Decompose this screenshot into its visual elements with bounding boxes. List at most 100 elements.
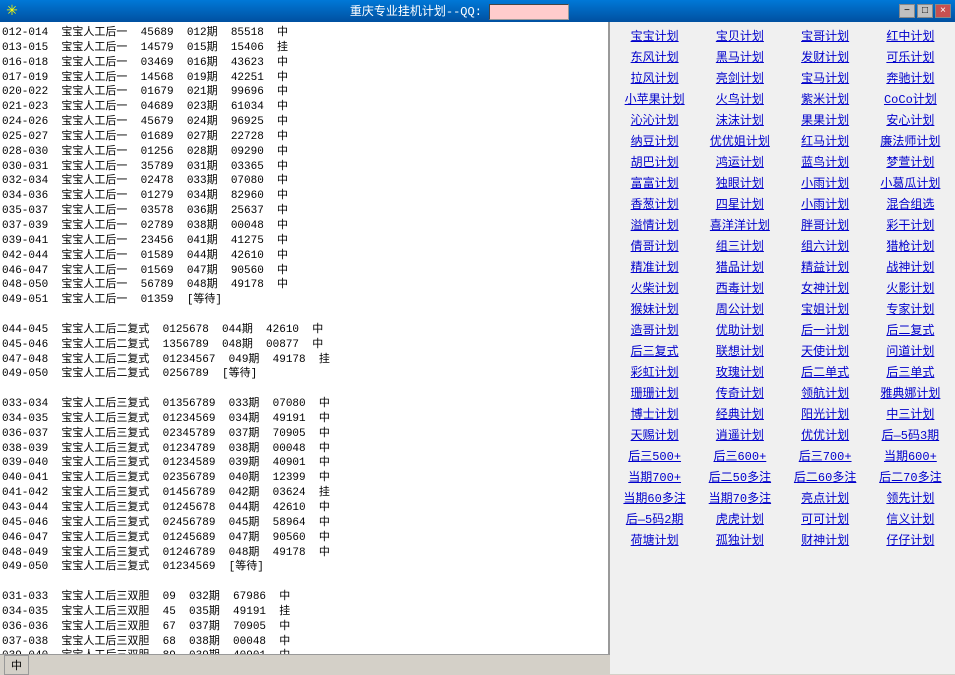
right-link-item[interactable]: 香葱计划 [614,194,695,213]
right-link-item[interactable]: 珊珊计划 [614,383,695,402]
right-link-item[interactable]: 后三单式 [870,362,951,381]
right-link-item[interactable]: 阳光计划 [785,404,866,423]
right-link-item[interactable]: 蓝鸟计划 [785,152,866,171]
right-link-item[interactable]: 精益计划 [785,257,866,276]
right-link-item[interactable]: 奔驰计划 [870,68,951,87]
right-link-item[interactable]: 问道计划 [870,341,951,360]
right-link-item[interactable]: 胖哥计划 [785,215,866,234]
close-button[interactable]: × [935,4,951,18]
right-link-item[interactable]: 火鸟计划 [699,89,780,108]
right-link-item[interactable]: 经典计划 [699,404,780,423]
right-link-item[interactable]: 溢情计划 [614,215,695,234]
right-link-item[interactable]: 当期70多注 [699,488,780,507]
right-link-item[interactable]: 小葛瓜计划 [870,173,951,192]
right-link-item[interactable]: 后一计划 [785,320,866,339]
right-link-item[interactable]: 后二60多注 [785,467,866,486]
right-link-item[interactable]: 领先计划 [870,488,951,507]
right-link-item[interactable]: 猎枪计划 [870,236,951,255]
right-link-item[interactable]: 西毒计划 [699,278,780,297]
right-link-item[interactable]: 彩干计划 [870,215,951,234]
right-link-item[interactable]: 混合组选 [870,194,951,213]
right-link-item[interactable]: 东风计划 [614,47,695,66]
right-link-item[interactable]: 四星计划 [699,194,780,213]
right-link-item[interactable]: 安心计划 [870,110,951,129]
right-link-item[interactable]: 天使计划 [785,341,866,360]
right-link-item[interactable]: 后二单式 [785,362,866,381]
right-link-item[interactable]: 火柴计划 [614,278,695,297]
right-link-item[interactable]: 组三计划 [699,236,780,255]
right-link-item[interactable]: 喜洋洋计划 [699,215,780,234]
right-link-item[interactable]: 廉法师计划 [870,131,951,150]
right-link-item[interactable]: 后二70多注 [870,467,951,486]
right-link-item[interactable]: 沁沁计划 [614,110,695,129]
right-link-item[interactable]: 后—5码2期 [614,509,695,528]
right-link-item[interactable]: 纳豆计划 [614,131,695,150]
right-link-item[interactable]: 后三700+ [785,446,866,465]
right-link-item[interactable]: 女神计划 [785,278,866,297]
right-link-item[interactable]: 精准计划 [614,257,695,276]
left-content-area[interactable]: 012-014 宝宝人工后一 45689 012期 85518 中 013-01… [0,22,608,674]
right-link-item[interactable]: 亮点计划 [785,488,866,507]
right-link-item[interactable]: 博士计划 [614,404,695,423]
right-link-item[interactable]: 胡巴计划 [614,152,695,171]
right-link-item[interactable]: 宝贝计划 [699,26,780,45]
right-link-item[interactable]: 可乐计划 [870,47,951,66]
right-link-item[interactable]: 宝哥计划 [785,26,866,45]
right-link-item[interactable]: 组六计划 [785,236,866,255]
right-link-item[interactable]: 财神计划 [785,530,866,549]
right-link-item[interactable]: 仔仔计划 [870,530,951,549]
status-button[interactable]: 中 [4,655,29,675]
right-link-item[interactable]: 领航计划 [785,383,866,402]
right-link-item[interactable]: 后二50多注 [699,467,780,486]
right-link-item[interactable]: 当期700+ [614,467,695,486]
right-link-item[interactable]: CoCo计划 [870,89,951,108]
right-link-item[interactable]: 优优计划 [785,425,866,444]
right-link-item[interactable]: 玫瑰计划 [699,362,780,381]
right-link-item[interactable]: 小苹果计划 [614,89,695,108]
right-link-item[interactable]: 富富计划 [614,173,695,192]
right-link-item[interactable]: 荷塘计划 [614,530,695,549]
minimize-button[interactable]: − [899,4,915,18]
right-link-item[interactable]: 紫米计划 [785,89,866,108]
right-link-item[interactable]: 倩哥计划 [614,236,695,255]
right-link-item[interactable]: 造哥计划 [614,320,695,339]
right-link-item[interactable]: 优助计划 [699,320,780,339]
right-link-item[interactable]: 红马计划 [785,131,866,150]
qq-input[interactable] [489,4,569,20]
right-link-item[interactable]: 雅典娜计划 [870,383,951,402]
right-link-item[interactable]: 后三600+ [699,446,780,465]
right-link-item[interactable]: 当期600+ [870,446,951,465]
right-link-item[interactable]: 鸿运计划 [699,152,780,171]
right-link-item[interactable]: 逍遥计划 [699,425,780,444]
right-link-item[interactable]: 独眼计划 [699,173,780,192]
right-link-item[interactable]: 优优姐计划 [699,131,780,150]
right-link-item[interactable]: 黑马计划 [699,47,780,66]
right-link-item[interactable]: 猴妹计划 [614,299,695,318]
right-link-item[interactable]: 周公计划 [699,299,780,318]
right-link-item[interactable]: 梦萱计划 [870,152,951,171]
right-link-item[interactable]: 拉风计划 [614,68,695,87]
right-link-item[interactable]: 信义计划 [870,509,951,528]
right-link-item[interactable]: 战神计划 [870,257,951,276]
right-link-item[interactable]: 宝姐计划 [785,299,866,318]
maximize-button[interactable]: □ [917,4,933,18]
right-link-item[interactable]: 专家计划 [870,299,951,318]
right-link-item[interactable]: 后三500+ [614,446,695,465]
right-link-item[interactable]: 亮剑计划 [699,68,780,87]
right-link-item[interactable]: 发财计划 [785,47,866,66]
right-link-item[interactable]: 猎品计划 [699,257,780,276]
right-link-item[interactable]: 天赐计划 [614,425,695,444]
right-link-item[interactable]: 后三复式 [614,341,695,360]
right-link-item[interactable]: 后二复式 [870,320,951,339]
right-link-item[interactable]: 红中计划 [870,26,951,45]
right-link-item[interactable]: 果果计划 [785,110,866,129]
right-link-item[interactable]: 彩虹计划 [614,362,695,381]
right-link-item[interactable]: 孤独计划 [699,530,780,549]
right-link-item[interactable]: 小雨计划 [785,173,866,192]
right-link-item[interactable]: 火影计划 [870,278,951,297]
right-link-item[interactable]: 宝宝计划 [614,26,695,45]
right-link-item[interactable]: 沫沫计划 [699,110,780,129]
right-link-item[interactable]: 虎虎计划 [699,509,780,528]
right-link-item[interactable]: 后—5码3期 [870,425,951,444]
right-link-item[interactable]: 小雨计划 [785,194,866,213]
